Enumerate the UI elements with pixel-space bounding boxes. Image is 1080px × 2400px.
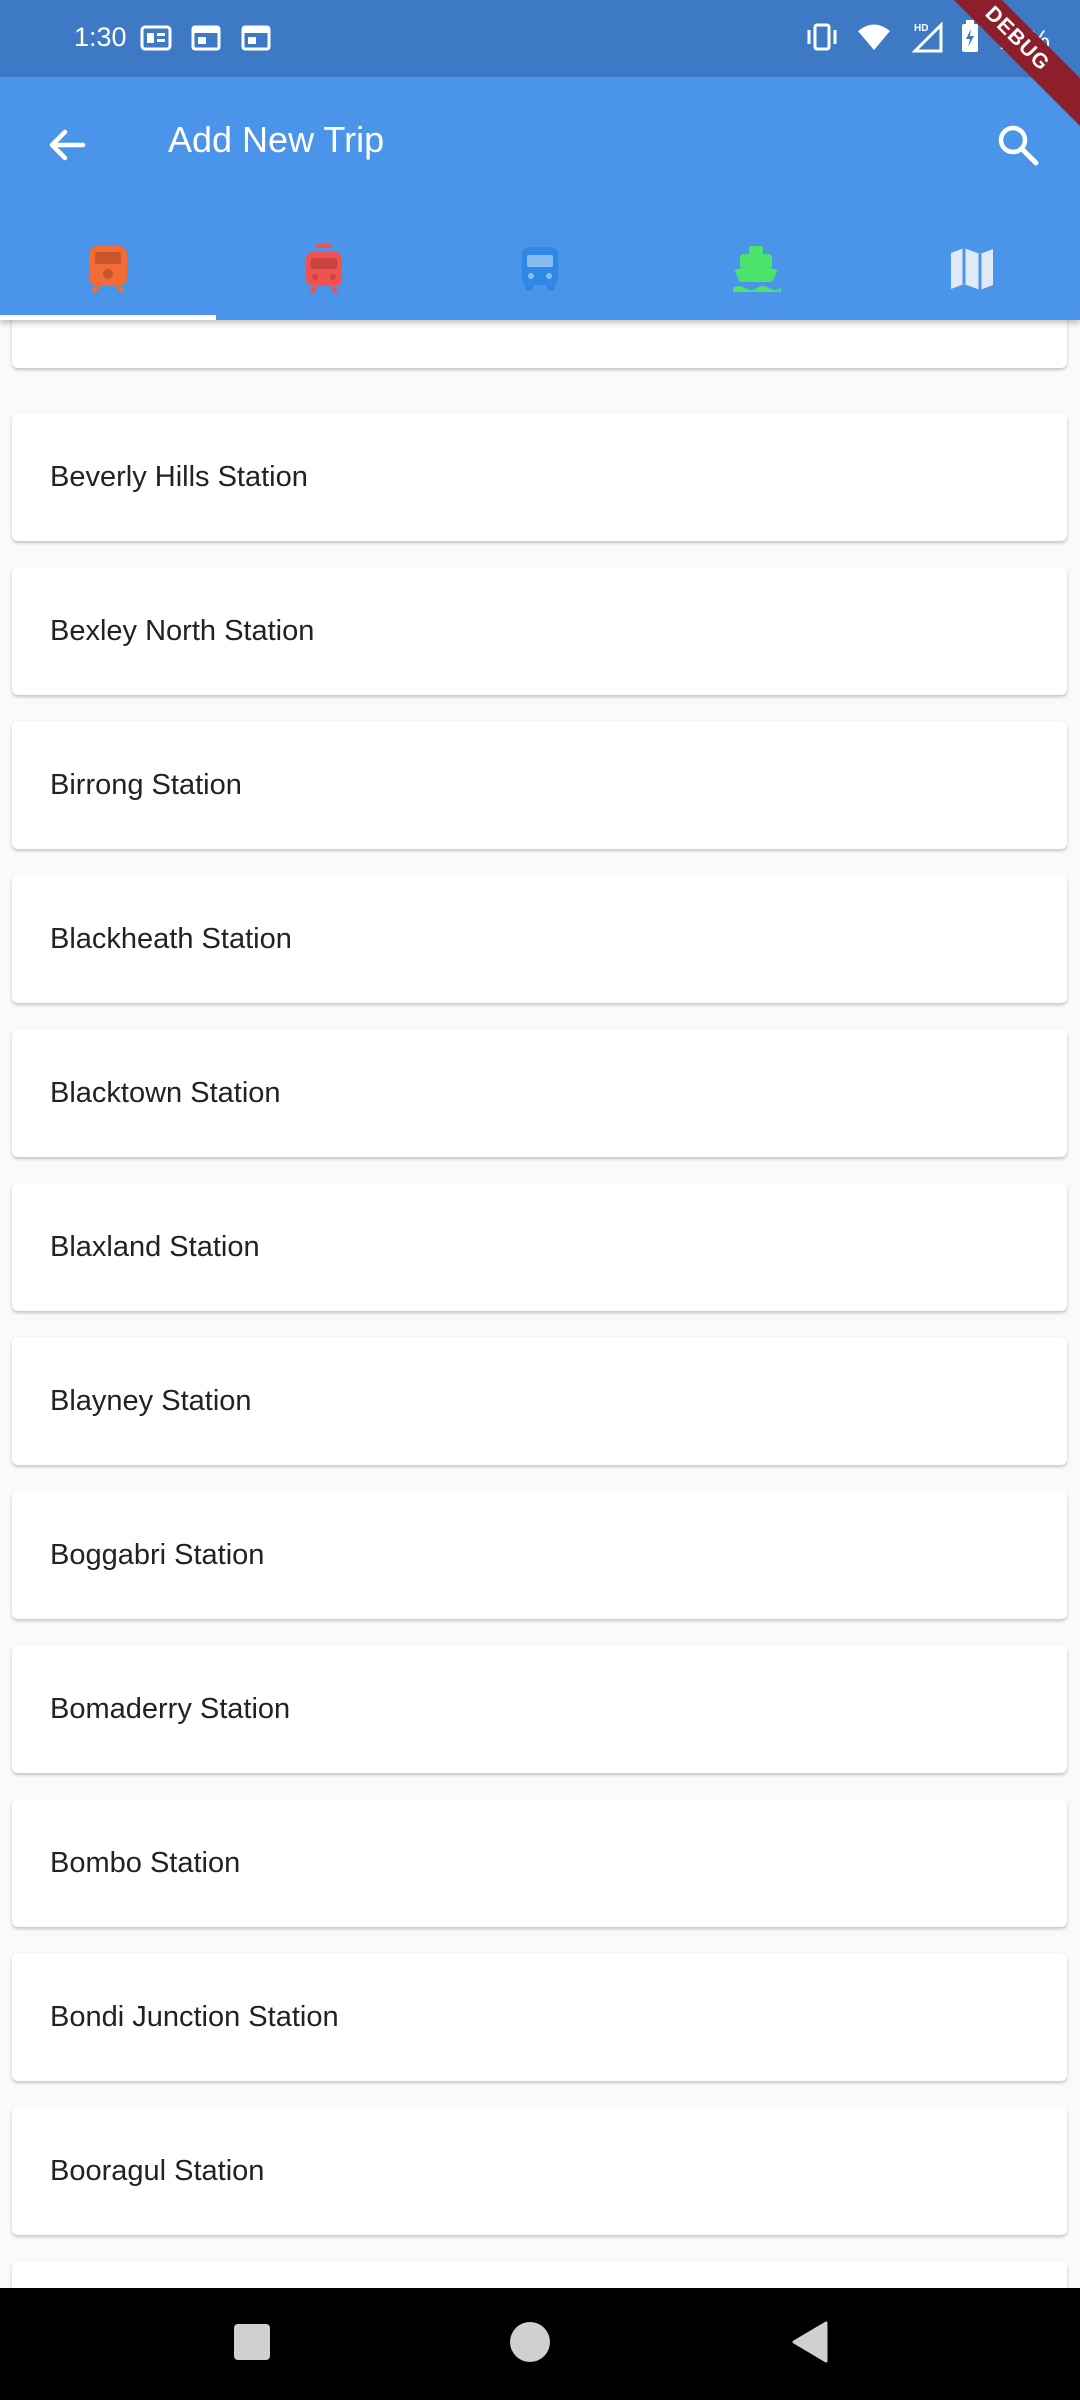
home-circle-icon — [509, 2321, 551, 2368]
tab-train[interactable] — [0, 223, 216, 320]
search-button[interactable] — [986, 115, 1050, 179]
station-name: Blayney Station — [50, 1385, 252, 1417]
list-item[interactable]: Beverly Hills Station — [12, 413, 1067, 541]
list-item[interactable]: Boggabri Station — [12, 1491, 1067, 1619]
station-name: Bombo Station — [50, 1847, 241, 1879]
map-icon — [949, 246, 995, 297]
search-icon — [996, 123, 1040, 172]
list-item[interactable]: Bomaderry Station — [12, 1645, 1067, 1773]
station-name: Bexley North Station — [50, 615, 315, 647]
page-title: Add New Trip — [168, 119, 385, 160]
light-rail-icon — [303, 244, 345, 299]
tab-bus[interactable] — [432, 223, 648, 320]
list-item[interactable]: Bombo Station — [12, 1799, 1067, 1927]
back-triangle-icon — [790, 2321, 830, 2368]
list-item[interactable]: Booragul Station — [12, 2107, 1067, 2235]
tab-map[interactable] — [864, 223, 1080, 320]
list-item[interactable]: Bondi Junction Station — [12, 1953, 1067, 2081]
station-name: Blacktown Station — [50, 1077, 281, 1109]
tab-light-rail[interactable] — [216, 223, 432, 320]
list-item[interactable]: Blackheath Station — [12, 875, 1067, 1003]
tab-ferry[interactable] — [648, 223, 864, 320]
ferry-icon — [731, 244, 781, 299]
list-item[interactable]: Blayney Station — [12, 1337, 1067, 1465]
back-nav-button[interactable] — [786, 2320, 834, 2368]
mode-tabs — [0, 223, 1080, 320]
station-name: Birrong Station — [50, 769, 242, 801]
recents-square-icon — [233, 2323, 271, 2366]
app-bar: Add New Trip — [0, 77, 1080, 320]
station-name: Boggabri Station — [50, 1539, 265, 1571]
list-item[interactable]: Blaxland Station — [12, 1183, 1067, 1311]
calendar-icon — [190, 24, 222, 59]
station-name: Bondi Junction Station — [50, 2001, 339, 2033]
train-icon — [85, 244, 131, 299]
wifi-icon — [856, 22, 892, 59]
status-bar: 1:30 HD 79% — [0, 0, 1080, 77]
bus-icon — [519, 245, 561, 298]
list-item[interactable]: Bexley North Station — [12, 567, 1067, 695]
status-time: 1:30 — [74, 22, 127, 52]
recents-button[interactable] — [228, 2320, 276, 2368]
screen: 1:30 HD 79% DEBUG — [0, 0, 1080, 2400]
list-item[interactable]: Birrong Station — [12, 721, 1067, 849]
sim-card-icon — [140, 24, 172, 59]
station-name: Blaxland Station — [50, 1231, 260, 1263]
back-button[interactable] — [36, 117, 96, 177]
vibrate-icon — [804, 22, 840, 59]
signal-hd-icon: HD — [908, 21, 944, 60]
tab-indicator — [0, 315, 216, 320]
station-name: Blackheath Station — [50, 923, 292, 955]
battery-charging-icon — [960, 20, 980, 61]
station-name: Booragul Station — [50, 2155, 265, 2187]
station-name: Beverly Hills Station — [50, 461, 308, 493]
list-item[interactable]: Blacktown Station — [12, 1029, 1067, 1157]
station-name: Bomaderry Station — [50, 1693, 291, 1725]
arrow-back-icon — [45, 124, 87, 171]
home-button[interactable] — [506, 2320, 554, 2368]
calendar-icon — [240, 24, 272, 59]
svg-text:HD: HD — [914, 23, 928, 34]
system-nav-bar — [0, 2288, 1080, 2400]
